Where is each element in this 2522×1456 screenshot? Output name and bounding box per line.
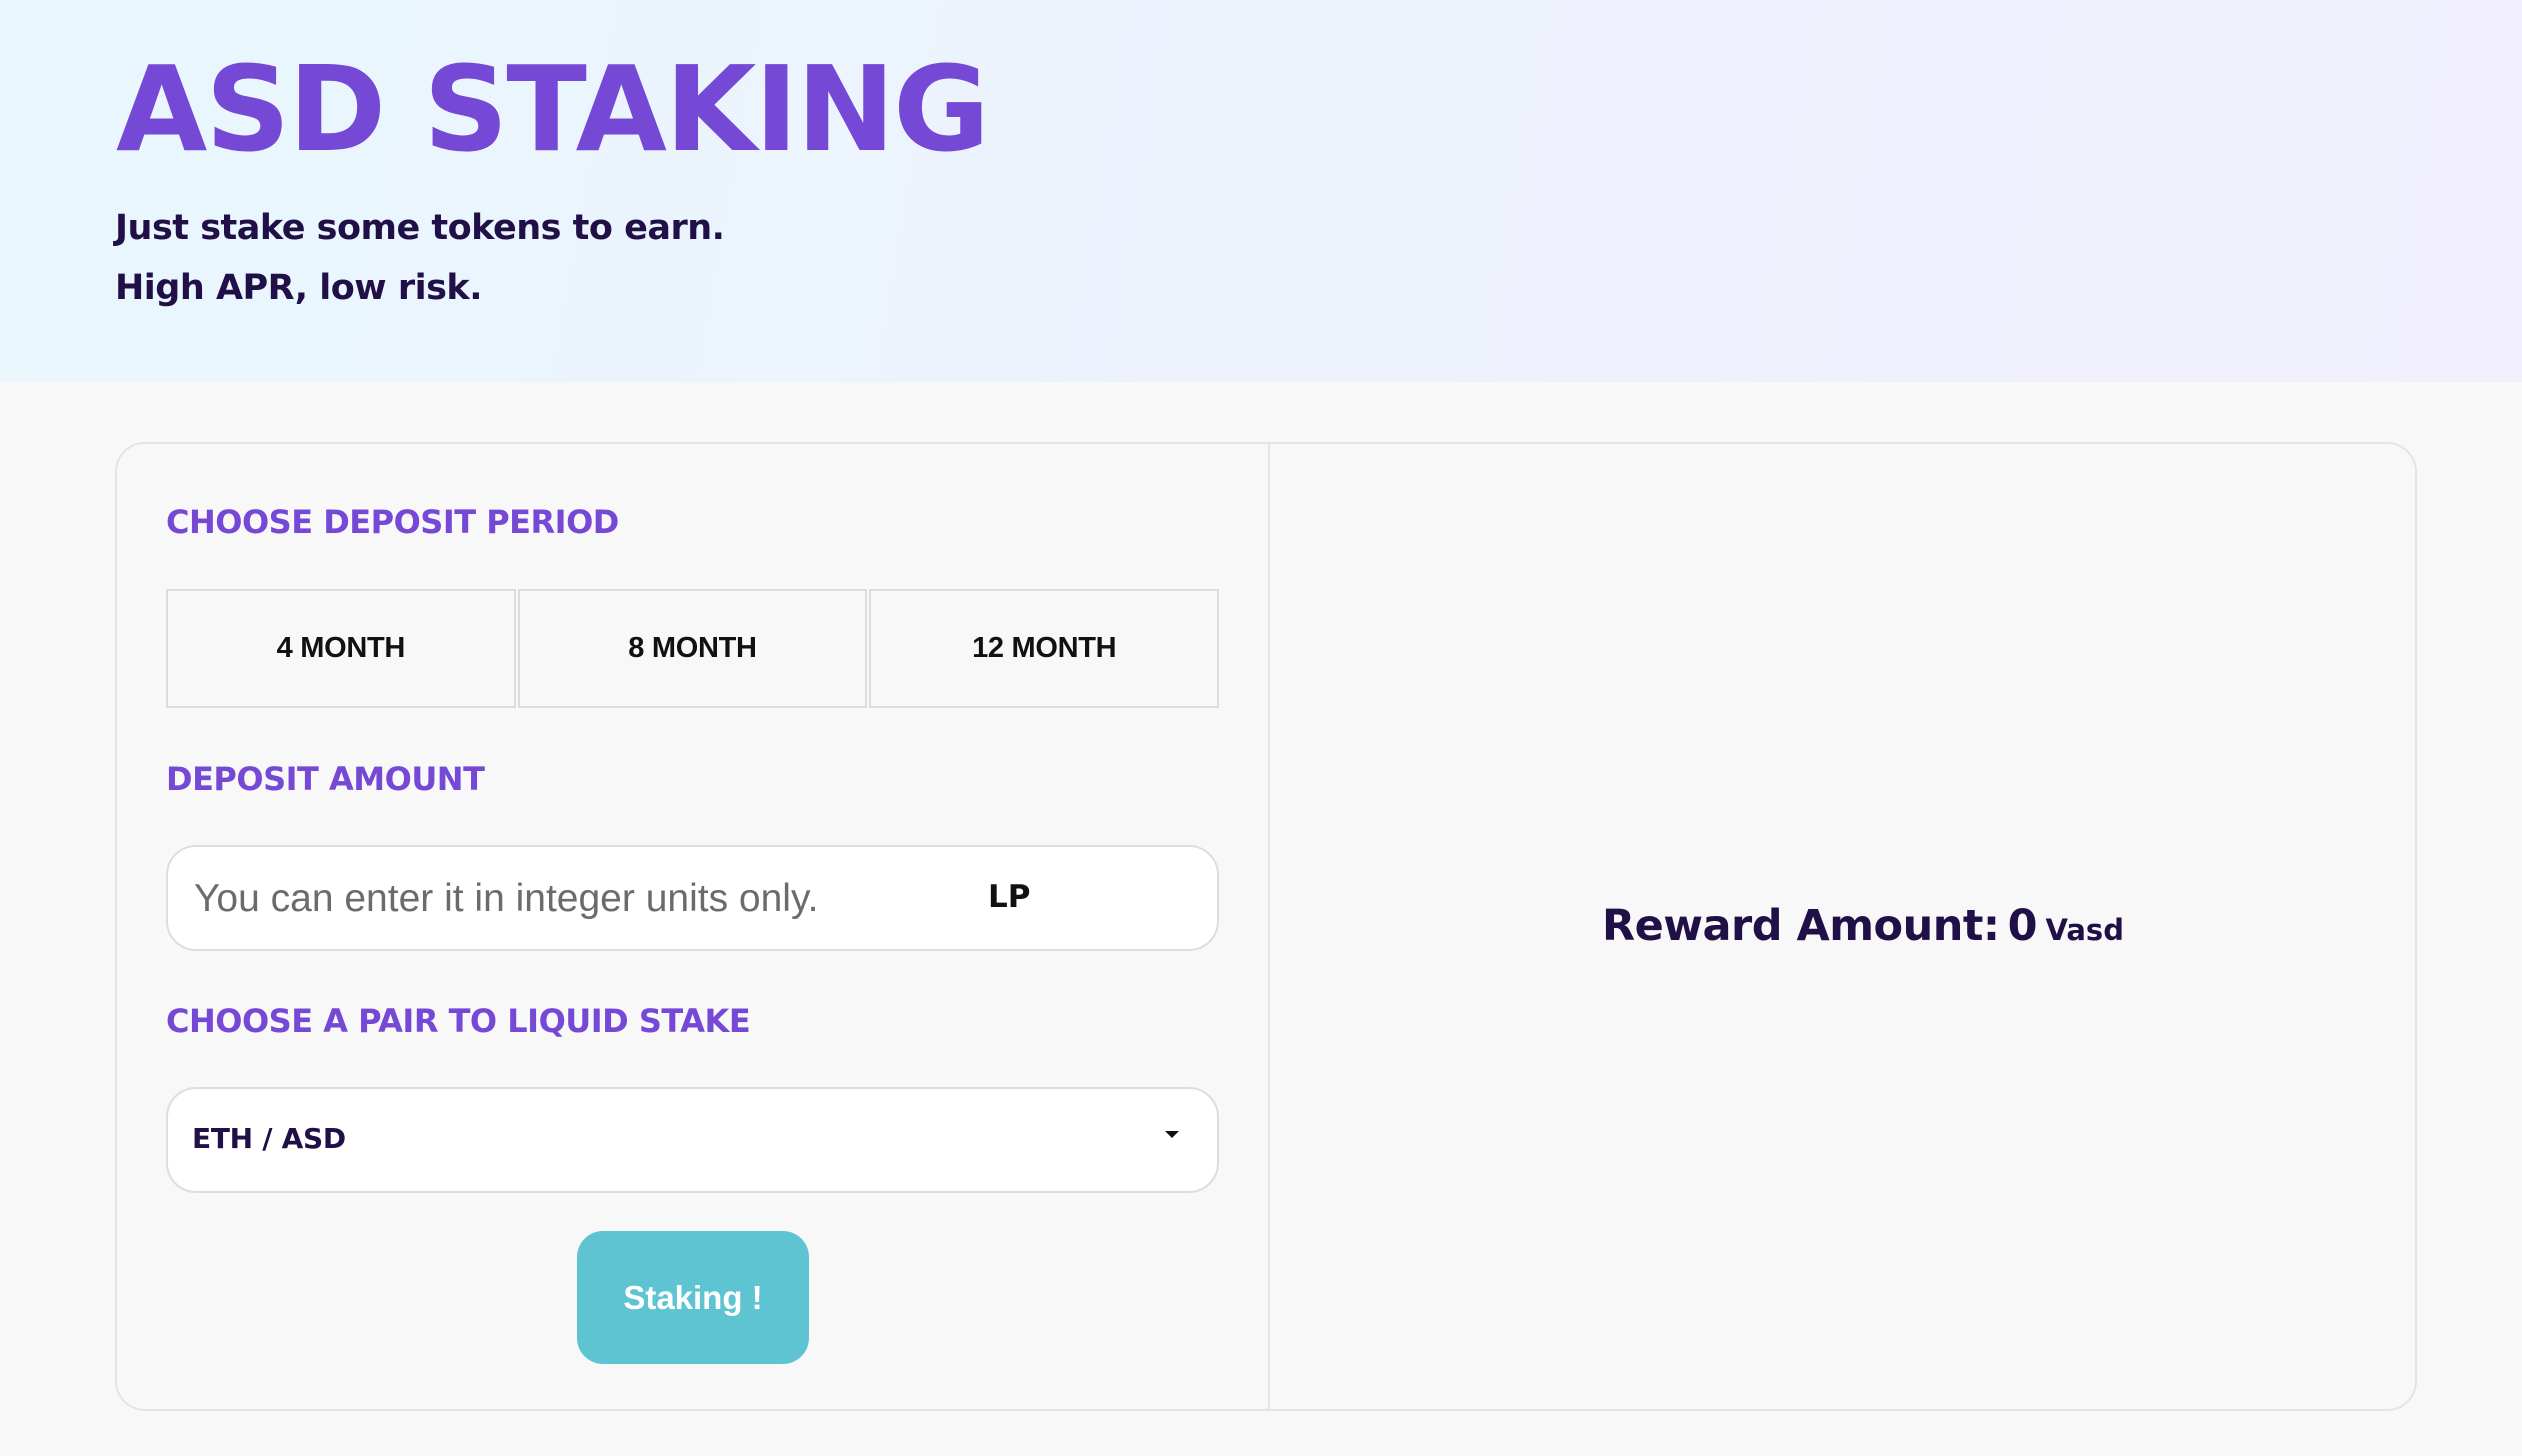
period-option-8-month[interactable]: 8 MONTH	[517, 589, 868, 708]
deposit-period-label: CHOOSE DEPOSIT PERIOD	[166, 503, 619, 541]
deposit-amount-field: LP	[166, 845, 1219, 951]
period-option-12-month[interactable]: 12 MONTH	[869, 589, 1220, 708]
deposit-period-options: 4 MONTH 8 MONTH 12 MONTH	[166, 589, 1220, 708]
reward-label: Reward Amount:	[1602, 901, 2000, 951]
deposit-unit-label: LP	[988, 879, 1031, 915]
hero-tagline: Just stake some tokens to earn.	[115, 208, 725, 248]
hero-banner: ASD STAKING Just stake some tokens to ea…	[0, 0, 2522, 382]
deposit-amount-input[interactable]	[192, 847, 936, 951]
reward-value: 0	[2007, 901, 2038, 951]
pair-selected-value: ETH / ASD	[192, 1122, 346, 1155]
reward-unit: Vasd	[2045, 913, 2124, 947]
chevron-down-icon	[1165, 1131, 1179, 1138]
reward-amount: Reward Amount: 0 Vasd	[1602, 901, 2124, 951]
staking-button[interactable]: Staking !	[577, 1231, 809, 1364]
hero-tagline-secondary: High APR, low risk.	[115, 268, 483, 308]
deposit-amount-label: DEPOSIT AMOUNT	[166, 760, 485, 798]
card-divider	[1268, 444, 1270, 1409]
pair-select[interactable]: ETH / ASD	[166, 1087, 1219, 1193]
pair-label: CHOOSE A PAIR TO LIQUID STAKE	[166, 1002, 751, 1040]
staking-card: CHOOSE DEPOSIT PERIOD 4 MONTH 8 MONTH 12…	[115, 442, 2417, 1411]
period-option-4-month[interactable]: 4 MONTH	[166, 589, 516, 708]
page-title: ASD STAKING	[116, 40, 990, 178]
